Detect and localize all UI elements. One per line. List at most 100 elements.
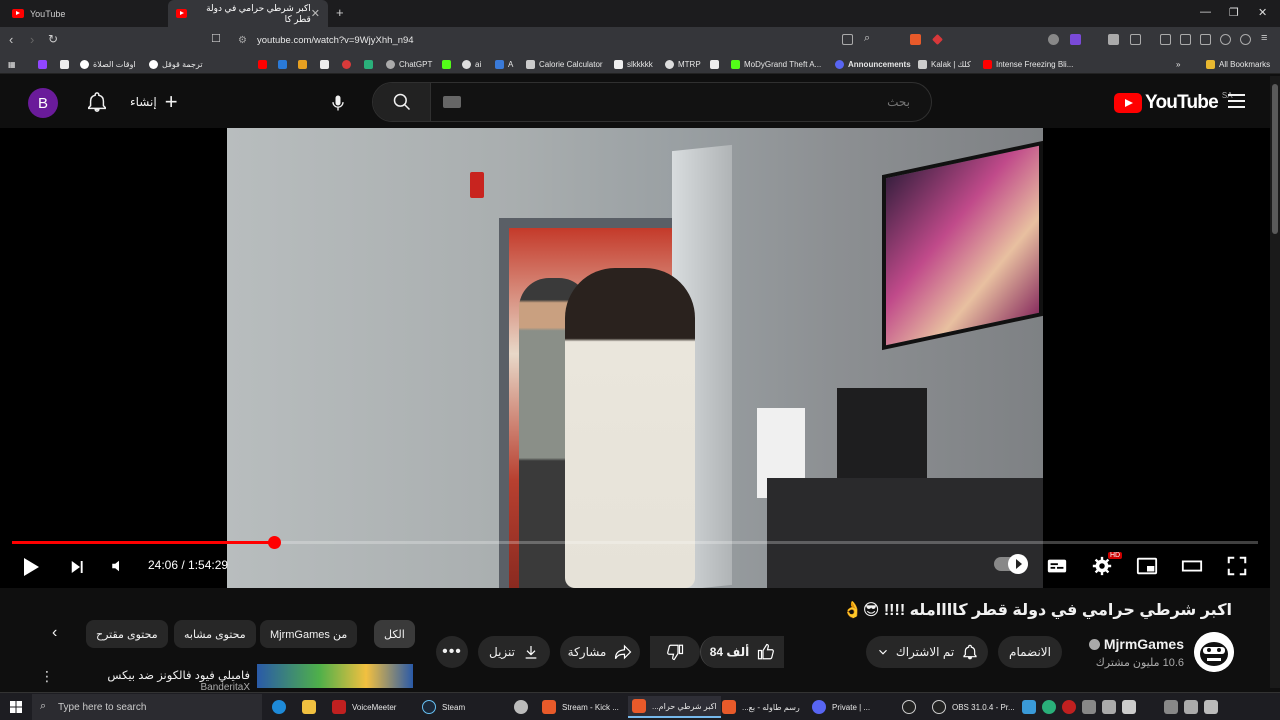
page-scrollbar[interactable] [1270, 76, 1280, 688]
bookmark-icon[interactable]: ☐ [211, 32, 221, 45]
subtitles-icon[interactable] [1046, 555, 1068, 577]
taskbar-obs-app[interactable] [898, 696, 926, 718]
create-button[interactable]: إنشاء + [130, 89, 178, 114]
taskbar-steam[interactable]: Steam [418, 696, 469, 718]
restore-icon[interactable]: ❐ [1229, 6, 1239, 19]
cast-icon[interactable] [842, 34, 853, 45]
taskbar-voicemeeter[interactable]: VoiceMeeter [328, 696, 400, 718]
more-bookmarks-icon[interactable]: » [1176, 57, 1180, 71]
scrollbar-thumb[interactable] [1272, 84, 1278, 234]
bookmark-green[interactable] [364, 57, 377, 71]
bookmark-b2[interactable] [710, 57, 723, 71]
bookmark-announcements[interactable]: Announcements [835, 57, 911, 71]
account-avatar[interactable]: B [28, 88, 58, 118]
search-input[interactable] [433, 83, 928, 121]
tray-system[interactable] [1160, 696, 1228, 718]
taskbar-obs[interactable]: OBS 31.0.4 - Pr... [928, 696, 1019, 718]
wallet-icon[interactable] [1130, 34, 1141, 45]
browser-tab[interactable]: YouTube [4, 0, 164, 27]
wallet2-icon[interactable] [1200, 34, 1211, 45]
next-video-icon[interactable] [68, 558, 86, 576]
vpn-shield-icon[interactable] [1240, 34, 1251, 45]
autoplay-toggle[interactable] [994, 554, 1028, 574]
bookmark-kalak[interactable]: Kalak | كلك [918, 57, 971, 71]
leo-ai-icon[interactable] [1220, 34, 1231, 45]
theater-mode-icon[interactable] [1181, 555, 1203, 577]
subscribed-button[interactable]: تم الاشتراك [866, 636, 988, 668]
fullscreen-icon[interactable] [1226, 555, 1248, 577]
chip-from-channel[interactable]: من MjrmGames [260, 620, 358, 648]
bookmark-translate[interactable]: ترجمة قوقل [149, 57, 203, 71]
join-button[interactable]: الانضمام [998, 636, 1062, 668]
share-button[interactable]: مشاركة [560, 636, 640, 668]
bookmark-freezing[interactable]: Intense Freezing Bli... [983, 57, 1073, 71]
bookmark-twitch[interactable] [38, 57, 51, 71]
download-button[interactable]: تنزيل [478, 636, 550, 668]
notifications-bell-icon[interactable] [86, 90, 108, 114]
bookmark-prayer[interactable]: اوقات الصلاة [80, 57, 136, 71]
youtube-logo[interactable]: YouTube SA [1114, 91, 1233, 114]
hamburger-menu-icon[interactable] [1228, 94, 1245, 108]
bookmark-calorie[interactable]: Calorie Calculator [526, 57, 603, 71]
dislike-button[interactable] [650, 636, 700, 668]
chip-suggested[interactable]: محتوى مقترح [86, 620, 168, 648]
recommendation-more-icon[interactable]: ⋮ [40, 668, 54, 685]
bookmark-chart[interactable] [298, 57, 311, 71]
minimize-icon[interactable]: — [1200, 6, 1211, 18]
voice-search-mic-icon[interactable] [328, 92, 348, 114]
forward-icon[interactable]: › [30, 32, 34, 47]
play-icon[interactable] [24, 558, 39, 576]
all-bookmarks[interactable]: All Bookmarks [1206, 57, 1270, 71]
back-icon[interactable]: ‹ [9, 32, 13, 47]
chip-related[interactable]: محتوى مشابه [174, 620, 256, 648]
vpn-icon[interactable] [1070, 34, 1081, 45]
bookmark-a[interactable]: A [495, 57, 513, 71]
chip-all[interactable]: الكل [374, 620, 415, 648]
tray-icons[interactable] [1018, 696, 1146, 718]
miniplayer-icon[interactable] [1136, 555, 1158, 577]
windows-start-icon[interactable] [10, 701, 22, 713]
bookmark-amazon[interactable] [320, 57, 333, 71]
extension-icon[interactable] [1048, 34, 1059, 45]
taskbar-search[interactable]: ⌕ Type here to search [32, 694, 262, 720]
reload-icon[interactable]: ↻ [48, 32, 58, 46]
zoom-icon[interactable]: ⌕ [864, 32, 870, 45]
apps-grid-icon[interactable]: ▦ [8, 57, 16, 71]
progress-scrubber[interactable] [268, 536, 281, 549]
bookmark-ai[interactable]: ai [462, 57, 481, 71]
recommendation-thumbnail[interactable] [257, 664, 413, 688]
close-tab-icon[interactable]: ✕ [311, 7, 320, 20]
sidebar-icon[interactable] [1180, 34, 1191, 45]
taskbar-explorer[interactable] [298, 696, 326, 718]
bookmark-target[interactable] [342, 57, 355, 71]
bookmark-youtube[interactable] [258, 57, 271, 71]
bookmark-slkkkkk[interactable]: slkkkkk [614, 57, 653, 71]
media-icon[interactable] [1160, 34, 1171, 45]
mute-volume-icon[interactable] [110, 557, 128, 575]
bookmark-chatgpt[interactable]: ChatGPT [386, 57, 432, 71]
brave-shield-icon[interactable] [910, 34, 921, 45]
video-frame[interactable] [227, 128, 1043, 588]
video-player[interactable] [0, 128, 1270, 588]
chips-scroll-left-icon[interactable]: ‹ [52, 624, 57, 642]
taskbar-app[interactable] [510, 696, 538, 718]
taskbar-discord[interactable]: Private | ... [808, 696, 874, 718]
search-button[interactable] [373, 83, 431, 121]
new-tab-icon[interactable]: + [336, 5, 344, 20]
recommendation-title[interactable]: فاميلي فيود فالكونز ضد بيكس BanderitaX [70, 668, 250, 693]
extensions-puzzle-icon[interactable] [1108, 34, 1119, 45]
taskbar-edge[interactable] [268, 696, 296, 718]
taskbar-kick[interactable]: Stream - Kick ... [538, 696, 623, 718]
bookmark-kick[interactable] [442, 57, 455, 71]
browser-tab-active[interactable]: اكبر شرطي حرامي في دولة قطر كا ✕ [168, 0, 328, 27]
menu-icon[interactable]: ≡ [1261, 32, 1267, 44]
site-info-icon[interactable]: ⚙ [238, 31, 247, 50]
close-window-icon[interactable]: ✕ [1258, 6, 1267, 19]
bookmark-gta[interactable]: MoDyGrand Theft A... [731, 57, 821, 71]
taskbar-table[interactable]: رسم طاوله - بع... [718, 696, 804, 718]
bookmark-mtrp[interactable]: MTRP [665, 57, 701, 71]
taskbar-youtube-active[interactable]: اكبر شرطي حرام... [628, 696, 721, 718]
channel-avatar[interactable] [1194, 632, 1234, 672]
more-actions-button[interactable]: ••• [436, 636, 468, 668]
like-button[interactable]: 84 ألف [700, 636, 784, 668]
